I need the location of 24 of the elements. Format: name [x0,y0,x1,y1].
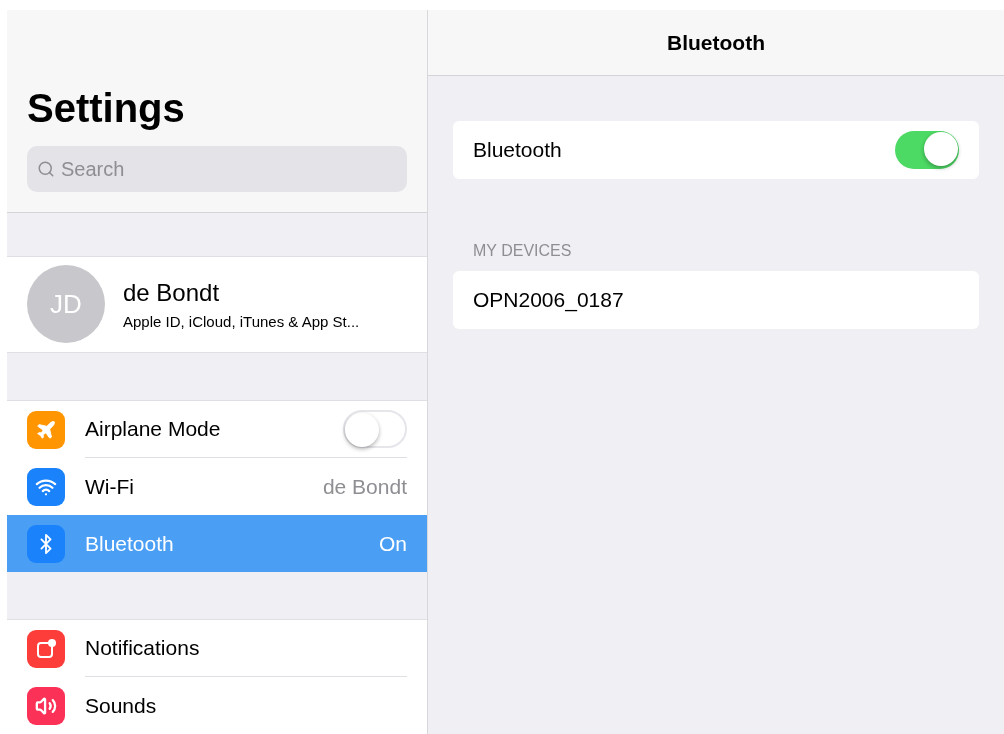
row-label: Notifications [85,635,200,662]
profile-row[interactable]: JD de Bondt Apple ID, iCloud, iTunes & App St... [7,255,427,353]
row-label: Bluetooth [85,530,174,557]
row-label: Airplane Mode [85,416,221,443]
profile-name: de Bondt [123,278,221,309]
section-header: MY DEVICES [473,241,573,261]
row-label: Bluetooth [473,137,562,164]
airplane-icon [35,418,57,441]
navigation-title: Bluetooth [667,29,765,56]
search-icon [37,160,55,178]
row-value: On [379,530,407,557]
toggle-switch[interactable] [343,410,407,448]
notification-square-icon [35,637,57,660]
device-name: OPN2006_0187 [473,287,624,314]
profile-subtitle: Apple ID, iCloud, iTunes & App St... [123,312,360,333]
row-label: Wi-Fi [85,473,134,500]
row-value: de Bondt [322,473,407,500]
speaker-icon [35,694,57,717]
settings-title: Settings [27,86,186,130]
device-row[interactable]: OPN2006_0187 [453,271,979,329]
avatar: JD [27,265,105,344]
search-field[interactable]: Search [27,146,407,192]
row-label: Sounds [85,692,157,719]
toggle-switch[interactable] [895,131,959,169]
